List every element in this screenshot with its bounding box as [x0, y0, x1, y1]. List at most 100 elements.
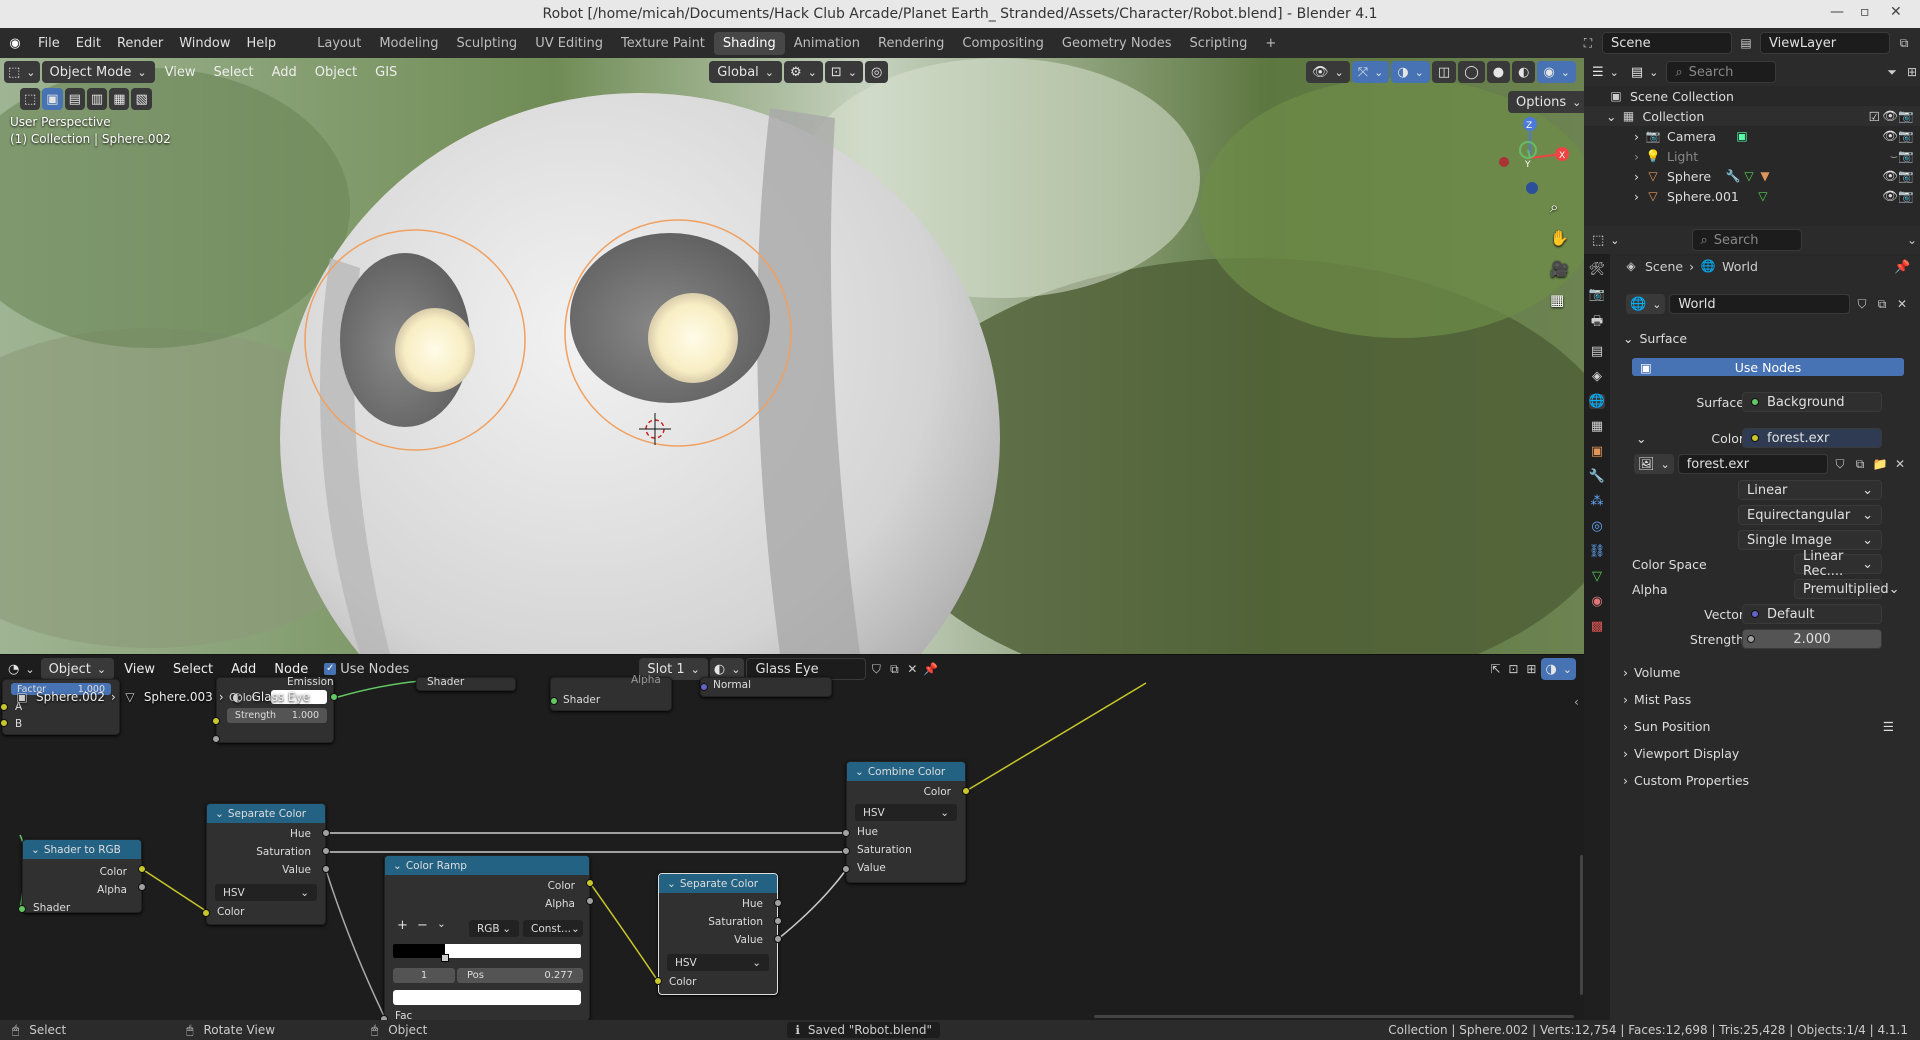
- socket-sep2-val[interactable]: [774, 935, 782, 943]
- normal-node-partial[interactable]: Normal: [700, 677, 832, 697]
- image-duplicate-icon[interactable]: ⧉: [1852, 456, 1868, 472]
- socket-ramp-alpha[interactable]: [586, 897, 594, 905]
- world-name-field[interactable]: World: [1669, 294, 1850, 314]
- tab-compositing[interactable]: Compositing: [953, 32, 1053, 55]
- socket-sep1-sat[interactable]: [322, 847, 330, 855]
- shader-to-rgb-header[interactable]: ⌄ Shader to RGB: [23, 840, 141, 859]
- ramp-stop-index[interactable]: 1: [393, 968, 455, 983]
- viewport-menu-select[interactable]: Select: [206, 65, 262, 80]
- world-tab-icon[interactable]: 🌐: [1588, 394, 1606, 409]
- socket-str-shader[interactable]: [18, 905, 26, 913]
- surface-panel-header[interactable]: ⌄ Surface: [1623, 327, 1908, 349]
- image-browse-icon[interactable]: 🖼: [1634, 454, 1674, 474]
- menu-edit[interactable]: Edit: [68, 36, 109, 51]
- saved-report[interactable]: ℹ Saved "Robot.blend": [787, 1022, 940, 1038]
- surface-shader-field[interactable]: Background: [1742, 392, 1882, 412]
- node-editor-scrollbar[interactable]: [1580, 855, 1583, 995]
- menu-help[interactable]: Help: [239, 36, 285, 51]
- overlay-icon[interactable]: ◑: [1391, 61, 1430, 83]
- socket-emission-strength[interactable]: [212, 735, 220, 743]
- colorspace-dropdown[interactable]: Linear Rec.... ⌄: [1794, 549, 1882, 579]
- material-tab-icon[interactable]: ◉: [1591, 594, 1602, 609]
- sphere-render-icon[interactable]: 📷: [1898, 168, 1914, 184]
- color-ramp-header[interactable]: ⌄ Color Ramp: [385, 856, 589, 875]
- particles-tab-icon[interactable]: ⁂: [1591, 494, 1604, 509]
- properties-options-icon[interactable]: ⌄: [1904, 232, 1920, 248]
- view-layer-tab-icon[interactable]: ▤: [1591, 344, 1603, 359]
- tab-sculpting[interactable]: Sculpting: [447, 32, 526, 55]
- color-ramp-gradient[interactable]: [393, 944, 581, 958]
- select-intersect-icon[interactable]: ▧: [131, 88, 152, 110]
- viewport-menu-gis[interactable]: GIS: [367, 65, 405, 80]
- filter-icon[interactable]: ⏷: [1884, 64, 1900, 80]
- ramp-interpolation-dropdown[interactable]: Const... ⌄: [523, 920, 583, 937]
- outliner-search[interactable]: ⌕ Search: [1666, 61, 1777, 83]
- shader-node-partial-2[interactable]: Alpha Shader: [550, 674, 672, 711]
- properties-search[interactable]: ⌕ Search: [1691, 229, 1802, 251]
- outliner-item-camera[interactable]: › 📷 Camera ▣ 👁 📷: [1584, 126, 1920, 146]
- options-dropdown[interactable]: Options: [1508, 91, 1584, 113]
- restore-icon[interactable]: ▫: [1860, 4, 1870, 20]
- mist-pass-panel-header[interactable]: › Mist Pass: [1623, 688, 1908, 710]
- alpha-mode-dropdown[interactable]: Premultiplied ⌄: [1794, 579, 1900, 599]
- gizmo-icon[interactable]: ⤧: [1351, 61, 1390, 83]
- camera-render-icon[interactable]: 📷: [1898, 128, 1914, 144]
- socket-combine-val[interactable]: [842, 865, 850, 873]
- tab-modeling[interactable]: Modeling: [370, 32, 447, 55]
- close-window-icon[interactable]: ✕: [1890, 4, 1902, 20]
- ramp-menu-icon[interactable]: ⌄: [437, 918, 446, 930]
- outliner-item-light[interactable]: › 💡 Light ⌣ 📷: [1584, 146, 1920, 166]
- shader-node-partial-1[interactable]: Shader: [416, 676, 516, 691]
- navigation-gizmo[interactable]: Z X Y: [1490, 114, 1570, 194]
- menu-file[interactable]: File: [30, 36, 68, 51]
- custom-properties-panel-header[interactable]: › Custom Properties: [1623, 769, 1908, 791]
- world-fake-user-icon[interactable]: ⛉: [1854, 296, 1870, 312]
- ramp-stop-handle[interactable]: [441, 954, 449, 962]
- minimize-icon[interactable]: —: [1830, 4, 1844, 20]
- tool-tab-icon[interactable]: 🛠: [1589, 262, 1606, 277]
- socket-shader-in[interactable]: [550, 697, 558, 705]
- ramp-stop-color-swatch[interactable]: [393, 990, 581, 1005]
- properties-editor-type-icon[interactable]: ⬚: [1588, 229, 1624, 251]
- tab-texture-paint[interactable]: Texture Paint: [612, 32, 714, 55]
- tab-scripting[interactable]: Scripting: [1181, 32, 1257, 55]
- ramp-stop-position[interactable]: Pos 0.277: [457, 968, 583, 983]
- editor-type-icon[interactable]: ⬚: [4, 61, 40, 83]
- select-extend-icon[interactable]: ▤: [64, 88, 85, 110]
- zoom-icon[interactable]: ⌕: [1550, 198, 1569, 216]
- viewport-menu-view[interactable]: View: [157, 65, 204, 80]
- shader-node-editor[interactable]: ◔ Object View Select Add Node ✓Use Nodes…: [0, 654, 1584, 1020]
- outliner-item-collection[interactable]: ⌄ ▦ Collection ☑ 👁 📷: [1584, 106, 1920, 126]
- data-tab-icon[interactable]: ▽: [1592, 569, 1602, 584]
- ramp-color-mode-dropdown[interactable]: RGB ⌄: [469, 920, 519, 937]
- socket-emission-color[interactable]: [212, 717, 220, 725]
- projection-dropdown[interactable]: Equirectangular ⌄: [1738, 505, 1882, 525]
- vector-input-field[interactable]: Default: [1742, 604, 1882, 624]
- socket-emission-out[interactable]: [330, 693, 338, 701]
- pivot-icon[interactable]: ⚙: [784, 61, 823, 83]
- socket-combine-color[interactable]: [962, 787, 970, 795]
- tab-geometry-nodes[interactable]: Geometry Nodes: [1053, 32, 1181, 55]
- socket-ramp-color[interactable]: [586, 879, 594, 887]
- image-fake-user-icon[interactable]: ⛉: [1832, 456, 1848, 472]
- shader-to-rgb-node[interactable]: ⌄ Shader to RGB Color Alpha Shader: [22, 839, 142, 914]
- xray-icon[interactable]: ◫: [1431, 61, 1457, 83]
- select-invert-icon[interactable]: ▦: [109, 88, 130, 110]
- color-input-field[interactable]: forest.exr: [1742, 428, 1882, 448]
- scene-tab-icon[interactable]: ◈: [1592, 369, 1602, 384]
- render-tab-icon[interactable]: 📷: [1589, 287, 1605, 302]
- object-tab-icon[interactable]: ▣: [1591, 444, 1603, 459]
- rendered-shading-icon[interactable]: ◉: [1537, 61, 1576, 83]
- socket-sep1-hue[interactable]: [322, 829, 330, 837]
- collection-tab-icon[interactable]: ▦: [1591, 419, 1603, 434]
- tab-animation[interactable]: Animation: [785, 32, 869, 55]
- sphere001-visibility-icon[interactable]: 👁: [1882, 188, 1898, 204]
- viewport-menu-add[interactable]: Add: [264, 65, 305, 80]
- socket-sep2-sat[interactable]: [774, 917, 782, 925]
- view-layer-field[interactable]: ViewLayer: [1760, 32, 1890, 54]
- modifier-tab-icon[interactable]: 🔧: [1589, 469, 1605, 484]
- socket-a[interactable]: [0, 703, 8, 711]
- menu-render[interactable]: Render: [109, 36, 171, 51]
- outliner-scene-collection[interactable]: ▣ Scene Collection: [1584, 86, 1920, 106]
- pin-properties-icon[interactable]: 📌: [1894, 260, 1910, 275]
